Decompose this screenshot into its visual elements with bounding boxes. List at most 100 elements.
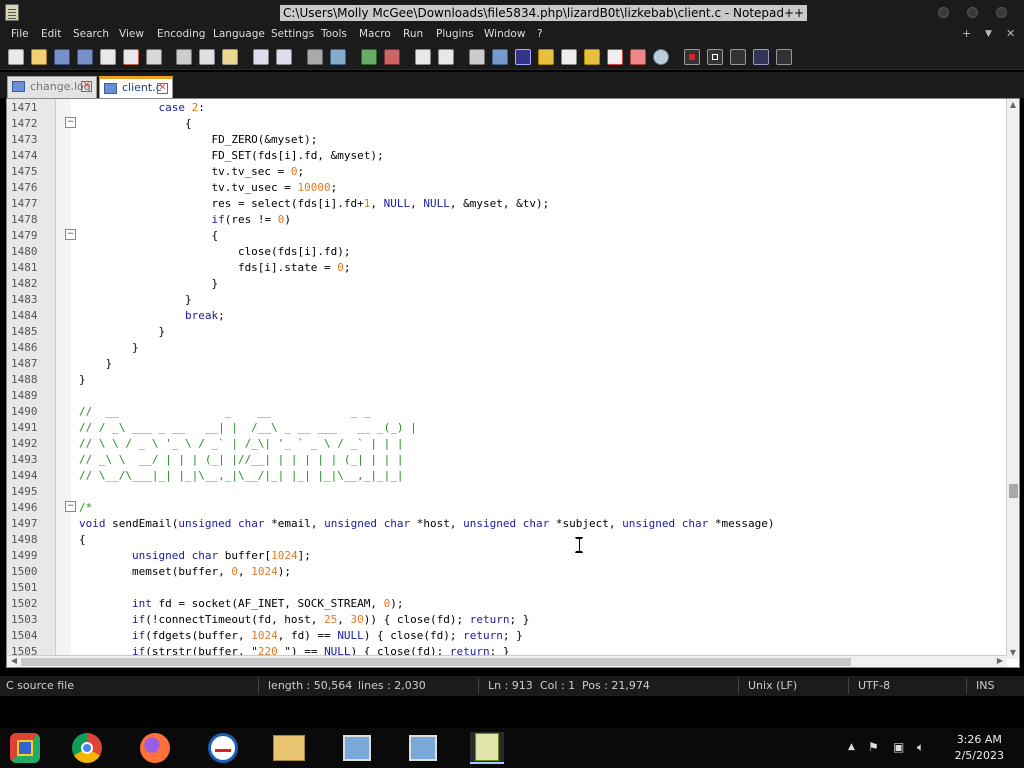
notepad-plus-plus-icon[interactable] bbox=[470, 732, 504, 764]
code-line: } bbox=[79, 341, 139, 354]
tab-close-icon[interactable]: ✕ bbox=[81, 81, 92, 92]
scroll-up-icon[interactable]: ▲ bbox=[1008, 100, 1018, 110]
code-editor[interactable]: 1471 case 2: 1472 {1473 FD_ZERO(&myset); 1… bbox=[6, 98, 1020, 668]
line-number: 1497 bbox=[11, 517, 38, 530]
record-macro-icon[interactable] bbox=[684, 49, 700, 65]
menu-help[interactable]: ? bbox=[537, 28, 543, 40]
save-macro-icon[interactable] bbox=[776, 49, 792, 65]
menu-search[interactable]: Search bbox=[73, 28, 109, 40]
code-line: { bbox=[79, 229, 219, 242]
network-icon-2[interactable] bbox=[406, 732, 440, 764]
status-eol[interactable]: Unix (LF) bbox=[748, 679, 797, 692]
code-line: FD_SET(fds[i].fd, &myset); bbox=[79, 149, 384, 162]
menu-language[interactable]: Language bbox=[213, 28, 265, 40]
zoom-in-icon[interactable] bbox=[361, 49, 377, 65]
vertical-scroll-thumb[interactable] bbox=[1009, 484, 1018, 498]
close-window-button[interactable] bbox=[996, 7, 1007, 18]
menu-edit[interactable]: Edit bbox=[41, 28, 61, 40]
sync-horizontal-icon[interactable] bbox=[438, 49, 454, 65]
menu-plugins[interactable]: Plugins bbox=[436, 28, 474, 40]
start-icon[interactable] bbox=[8, 732, 42, 764]
status-bar: C source file length : 50,564 lines : 2,… bbox=[0, 676, 1024, 696]
close-icon[interactable] bbox=[100, 49, 116, 65]
replace-icon[interactable] bbox=[330, 49, 346, 65]
remote-desktop-icon[interactable] bbox=[206, 732, 240, 764]
firefox-icon[interactable] bbox=[138, 732, 172, 764]
clock[interactable]: 3:26 AM 2/5/2023 bbox=[955, 732, 1004, 764]
indent-guide-icon[interactable] bbox=[515, 49, 531, 65]
chrome-icon[interactable] bbox=[70, 732, 104, 764]
tray-expand-icon[interactable]: ▲ bbox=[848, 742, 855, 752]
maximize-button[interactable] bbox=[967, 7, 978, 18]
menu-macro[interactable]: Macro bbox=[359, 28, 391, 40]
minimize-button[interactable] bbox=[938, 7, 949, 18]
horizontal-scrollbar[interactable]: ◀ ▶ bbox=[7, 655, 1007, 667]
paste-icon[interactable] bbox=[222, 49, 238, 65]
fold-margin[interactable] bbox=[56, 99, 71, 659]
sync-vertical-icon[interactable] bbox=[415, 49, 431, 65]
show-all-chars-icon[interactable] bbox=[492, 49, 508, 65]
udl-icon[interactable] bbox=[538, 49, 554, 65]
word-wrap-icon[interactable] bbox=[469, 49, 485, 65]
line-number: 1471 bbox=[11, 101, 38, 114]
fold-toggle-icon[interactable]: − bbox=[65, 117, 76, 128]
status-encoding[interactable]: UTF-8 bbox=[858, 679, 890, 692]
redo-icon[interactable] bbox=[276, 49, 292, 65]
undo-icon[interactable] bbox=[253, 49, 269, 65]
save-all-icon[interactable] bbox=[77, 49, 93, 65]
tab-close-icon[interactable]: ✕ bbox=[157, 83, 168, 94]
menu-settings[interactable]: Settings bbox=[271, 28, 314, 40]
volume-icon[interactable]: 🔈︎ bbox=[917, 740, 924, 755]
monitoring-icon[interactable] bbox=[653, 49, 669, 65]
close-document-icon[interactable]: ✕ bbox=[1006, 27, 1015, 40]
folder-workspace-icon[interactable] bbox=[630, 49, 646, 65]
file-explorer-icon[interactable] bbox=[272, 732, 306, 764]
menu-encoding[interactable]: Encoding bbox=[157, 28, 205, 40]
fold-toggle-icon[interactable]: − bbox=[65, 229, 76, 240]
save-icon[interactable] bbox=[54, 49, 70, 65]
function-list-icon[interactable] bbox=[607, 49, 623, 65]
cut-icon[interactable] bbox=[176, 49, 192, 65]
code-line: int fd = socket(AF_INET, SOCK_STREAM, 0)… bbox=[131, 597, 404, 610]
tab-bar: change.log ✕ client.c ✕ bbox=[0, 72, 1024, 98]
menu-file[interactable]: File bbox=[11, 28, 29, 40]
fold-toggle-icon[interactable]: − bbox=[65, 501, 76, 512]
doc-map-icon[interactable] bbox=[561, 49, 577, 65]
play-macro-icon[interactable] bbox=[730, 49, 746, 65]
zoom-out-icon[interactable] bbox=[384, 49, 400, 65]
menu-view[interactable]: View bbox=[119, 28, 144, 40]
flag-icon[interactable]: ⚑ bbox=[868, 740, 879, 754]
find-icon[interactable] bbox=[307, 49, 323, 65]
code-line: if(!connectTimeout(fd, host, 25, 30)) { … bbox=[131, 613, 530, 626]
scroll-down-icon[interactable]: ▼ bbox=[1008, 648, 1018, 658]
scroll-right-icon[interactable]: ▶ bbox=[995, 656, 1005, 666]
code-line: { bbox=[79, 117, 192, 130]
tab-list-chevron-icon[interactable]: ▼ bbox=[985, 29, 992, 39]
tab-client-c[interactable]: client.c ✕ bbox=[99, 76, 173, 98]
open-file-icon[interactable] bbox=[31, 49, 47, 65]
menu-tools[interactable]: Tools bbox=[321, 28, 347, 40]
stop-macro-icon[interactable] bbox=[707, 49, 723, 65]
notepad-app-icon[interactable] bbox=[5, 4, 19, 21]
run-macro-multiple-icon[interactable] bbox=[753, 49, 769, 65]
tab-change-log[interactable]: change.log ✕ bbox=[7, 76, 97, 98]
menu-run[interactable]: Run bbox=[403, 28, 423, 40]
menu-window[interactable]: Window bbox=[484, 28, 525, 40]
horizontal-scroll-thumb[interactable] bbox=[21, 658, 851, 666]
status-insert-mode[interactable]: INS bbox=[976, 679, 994, 692]
new-file-icon[interactable] bbox=[8, 49, 24, 65]
network-icon[interactable] bbox=[340, 732, 374, 764]
print-icon[interactable] bbox=[146, 49, 162, 65]
status-column: Col : 1 bbox=[540, 679, 576, 692]
doc-list-icon[interactable] bbox=[584, 49, 600, 65]
line-number: 1503 bbox=[11, 613, 38, 626]
vertical-scrollbar[interactable]: ▲ ▼ bbox=[1006, 99, 1019, 659]
network-tray-icon[interactable]: ▣ bbox=[893, 740, 904, 754]
scroll-left-icon[interactable]: ◀ bbox=[9, 656, 19, 666]
copy-icon[interactable] bbox=[199, 49, 215, 65]
line-number: 1482 bbox=[11, 277, 38, 290]
code-line: case 2: bbox=[158, 101, 205, 114]
new-tab-plus-icon[interactable]: + bbox=[962, 27, 971, 40]
close-all-icon[interactable] bbox=[123, 49, 139, 65]
line-number: 1473 bbox=[11, 133, 38, 146]
